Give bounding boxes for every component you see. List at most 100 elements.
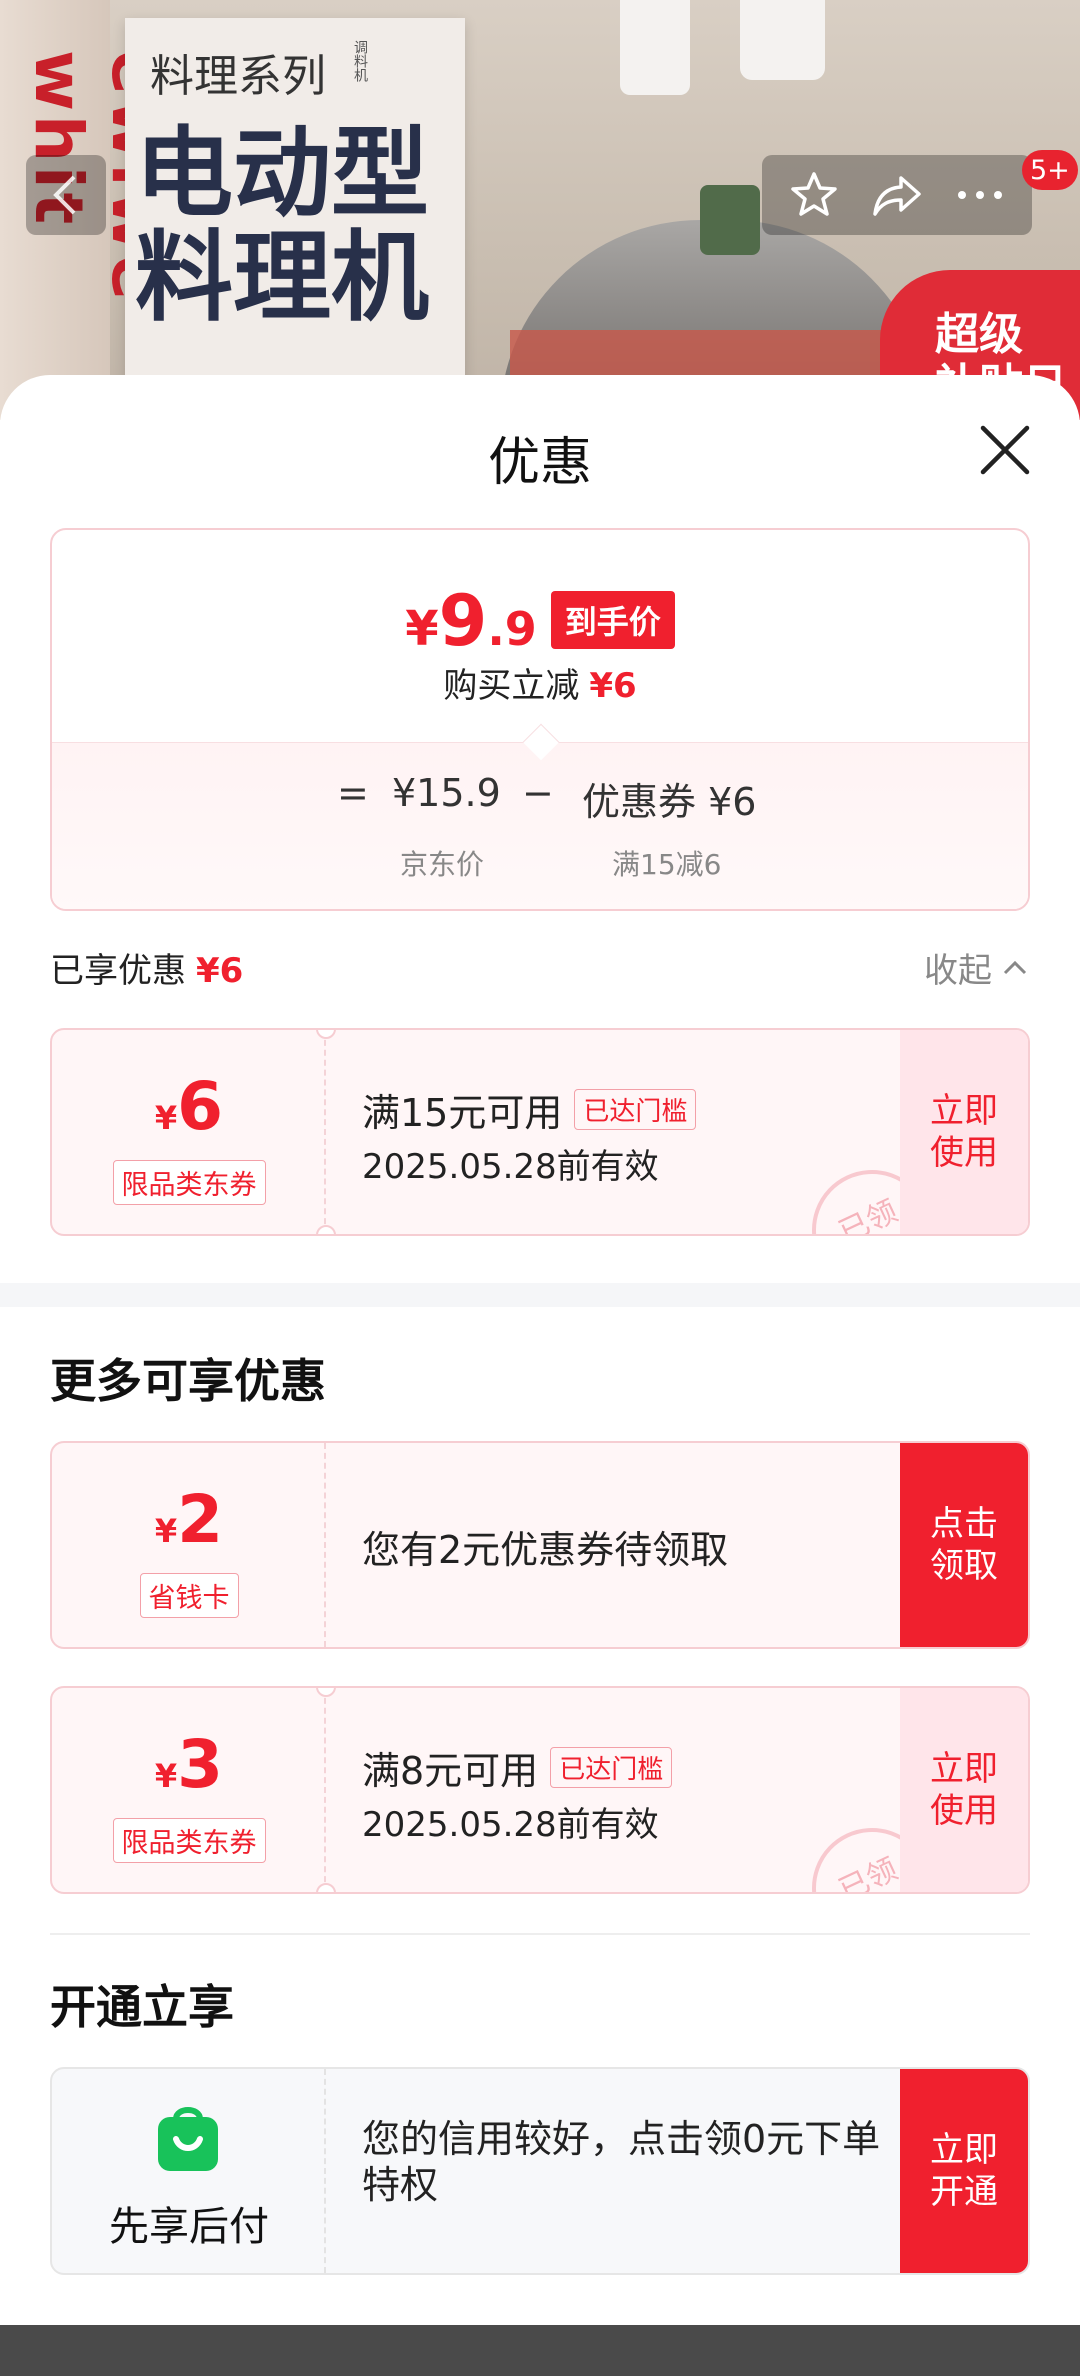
coupon-type-label: 省钱卡 xyxy=(139,1573,239,1618)
coupon-amount: ¥3 xyxy=(52,1726,326,1803)
coupon-card: ¥2 省钱卡 您有2元优惠券待领取 点击 领取 xyxy=(50,1441,1030,1649)
close-icon xyxy=(980,425,1030,475)
action-text: 立即 xyxy=(930,2129,998,2170)
coupon-validity: 2025.05.28前有效 xyxy=(362,1805,659,1845)
price-summary-top: ¥ 9 .9 到手价 购买立减 ¥6 xyxy=(52,530,1028,742)
enjoyed-amount: ¥6 xyxy=(196,951,244,991)
use-now-button[interactable]: 立即 使用 xyxy=(900,1030,1028,1234)
shopping-bag-icon xyxy=(158,2107,218,2171)
price-summary-card: ¥ 9 .9 到手价 购买立减 ¥6 = ¥15.9 − 优惠券 ¥6 京东价 满… xyxy=(50,528,1030,911)
coupon-amount: ¥6 xyxy=(52,1068,326,1145)
more-discounts-title: 更多可享优惠 xyxy=(50,1354,326,1408)
action-text: 领取 xyxy=(930,1546,998,1586)
coupon-validity: 2025.05.28前有效 xyxy=(362,1147,659,1187)
coupon-value: ¥2 省钱卡 xyxy=(52,1443,326,1647)
threshold-reached-tag: 已达门槛 xyxy=(574,1089,697,1130)
share-icon xyxy=(873,176,921,216)
decor-cup xyxy=(620,0,690,95)
action-text: 点击 xyxy=(930,1503,998,1544)
coupon-condition: 您有2元优惠券待领取 xyxy=(362,1528,729,1572)
threshold-reached-tag: 已达门槛 xyxy=(550,1747,673,1788)
action-text: 开通 xyxy=(930,2172,998,2212)
final-price: ¥ 9 .9 到手价 xyxy=(52,580,1028,662)
open-enjoy-title: 开通立享 xyxy=(50,1980,234,2034)
notification-badge: 5+ xyxy=(1022,150,1078,190)
price-decimal: .9 xyxy=(487,602,537,656)
activate-button[interactable]: 立即 开通 xyxy=(900,2069,1028,2273)
coupon-condition-text: 满15元可用 xyxy=(362,1091,563,1135)
more-button[interactable] xyxy=(950,165,1010,225)
action-text: 使用 xyxy=(930,1791,998,1831)
coupon-amount-number: 3 xyxy=(177,1726,224,1803)
pay-later-card: 先享后付 您的信用较好，点击领0元下单特权 立即 开通 xyxy=(50,2067,1030,2275)
enjoyed-label: 已享优惠 xyxy=(50,951,186,991)
chevron-up-icon xyxy=(1003,960,1027,974)
product-pot-lid xyxy=(700,185,760,255)
product-headline: 电动型 料理机 xyxy=(135,117,430,335)
equals-sign: = xyxy=(337,771,369,815)
pay-later-info: 您的信用较好，点击领0元下单特权 xyxy=(362,2117,881,2207)
action-text: 立即 xyxy=(930,1748,998,1789)
back-button[interactable] xyxy=(26,155,106,235)
coupon-currency: ¥ xyxy=(154,1757,178,1795)
collapse-label: 收起 xyxy=(924,951,992,991)
coupon-type: 限品类东券 xyxy=(52,1818,326,1863)
price-currency: ¥ xyxy=(405,601,439,657)
coupon-rule-label: 满15减6 xyxy=(612,848,722,881)
bottom-bar xyxy=(0,2325,1080,2376)
product-series-small: 调料机 xyxy=(352,40,368,82)
promo-badge-line: 超级 xyxy=(935,309,1023,360)
coupon-notch xyxy=(316,1225,336,1234)
coupon-type-label: 限品类东券 xyxy=(112,1818,266,1863)
coupon-info: 您有2元优惠券待领取 xyxy=(362,1519,728,1574)
close-button[interactable] xyxy=(975,420,1035,480)
coupon-value: ¥3 限品类东券 xyxy=(52,1688,326,1892)
final-price-tag: 到手价 xyxy=(550,591,675,649)
share-button[interactable] xyxy=(867,165,927,225)
coupon-amount-number: 6 xyxy=(177,1068,224,1145)
coupon-currency: ¥ xyxy=(154,1512,178,1550)
more-dots-icon xyxy=(958,191,1003,199)
reduce-line: 购买立减 ¥6 xyxy=(52,658,1028,707)
decor-cup xyxy=(740,0,825,80)
coupon-type-label: 限品类东券 xyxy=(112,1160,266,1205)
coupon-amount: ¥2 xyxy=(52,1481,326,1558)
price-breakdown: = ¥15.9 − 优惠券 ¥6 京东价 满15减6 xyxy=(52,742,1028,909)
sheet-title: 优惠 xyxy=(487,433,592,493)
divider xyxy=(50,1933,1030,1935)
product-headline-line: 料理机 xyxy=(135,220,430,335)
coupon-condition: 满8元可用 已达门槛 xyxy=(362,1740,673,1795)
product-box: 料理系列 调料机 电动型 料理机 xyxy=(125,18,465,418)
pay-later-brand: 先享后付 xyxy=(52,2069,326,2273)
coupon-card: ¥3 限品类东券 满8元可用 已达门槛 2025.05.28前有效 已领 立即 使用 xyxy=(50,1686,1030,1894)
minus-sign: − xyxy=(522,771,554,815)
price-integer: 9 xyxy=(438,580,488,662)
use-now-button[interactable]: 立即 使用 xyxy=(900,1688,1028,1892)
reduce-label: 购买立减 xyxy=(443,666,580,706)
section-divider xyxy=(0,1283,1080,1307)
discount-sheet: 优惠 ¥ 9 .9 到手价 购买立减 ¥6 = ¥15.9 − 优惠券 ¥6 京东… xyxy=(0,375,1080,2325)
coupon-type: 限品类东券 xyxy=(52,1160,326,1205)
product-headline-line: 电动型 xyxy=(135,117,430,231)
collapse-button[interactable]: 收起 xyxy=(924,943,1030,992)
reduce-amount: ¥6 xyxy=(589,666,637,706)
coupon-condition: 满15元可用 已达门槛 xyxy=(362,1082,697,1137)
coupon-type: 省钱卡 xyxy=(52,1573,326,1618)
chevron-left-icon xyxy=(53,175,76,215)
jd-price: ¥15.9 xyxy=(392,771,501,815)
nav-actions xyxy=(762,155,1032,235)
star-icon xyxy=(790,172,837,216)
action-text: 立即 xyxy=(930,1090,998,1131)
coupon-amount-number: 2 xyxy=(177,1481,224,1558)
coupon-condition-text: 满8元可用 xyxy=(362,1749,539,1793)
product-series-text: 料理系列 xyxy=(150,51,326,102)
coupon-card: ¥6 限品类东券 满15元可用 已达门槛 2025.05.28前有效 已领 立即使… xyxy=(50,1028,1030,1236)
pay-later-label: 先享后付 xyxy=(109,2204,269,2250)
action-text: 使用 xyxy=(930,1133,998,1173)
claim-coupon-button[interactable]: 点击 领取 xyxy=(900,1443,1028,1647)
coupon-deduction: 优惠券 ¥6 xyxy=(582,780,757,824)
coupon-notch xyxy=(316,1883,336,1892)
jd-price-label: 京东价 xyxy=(400,848,485,881)
coupon-info: 满8元可用 已达门槛 2025.05.28前有效 xyxy=(362,1740,673,1846)
favorite-button[interactable] xyxy=(784,165,844,225)
